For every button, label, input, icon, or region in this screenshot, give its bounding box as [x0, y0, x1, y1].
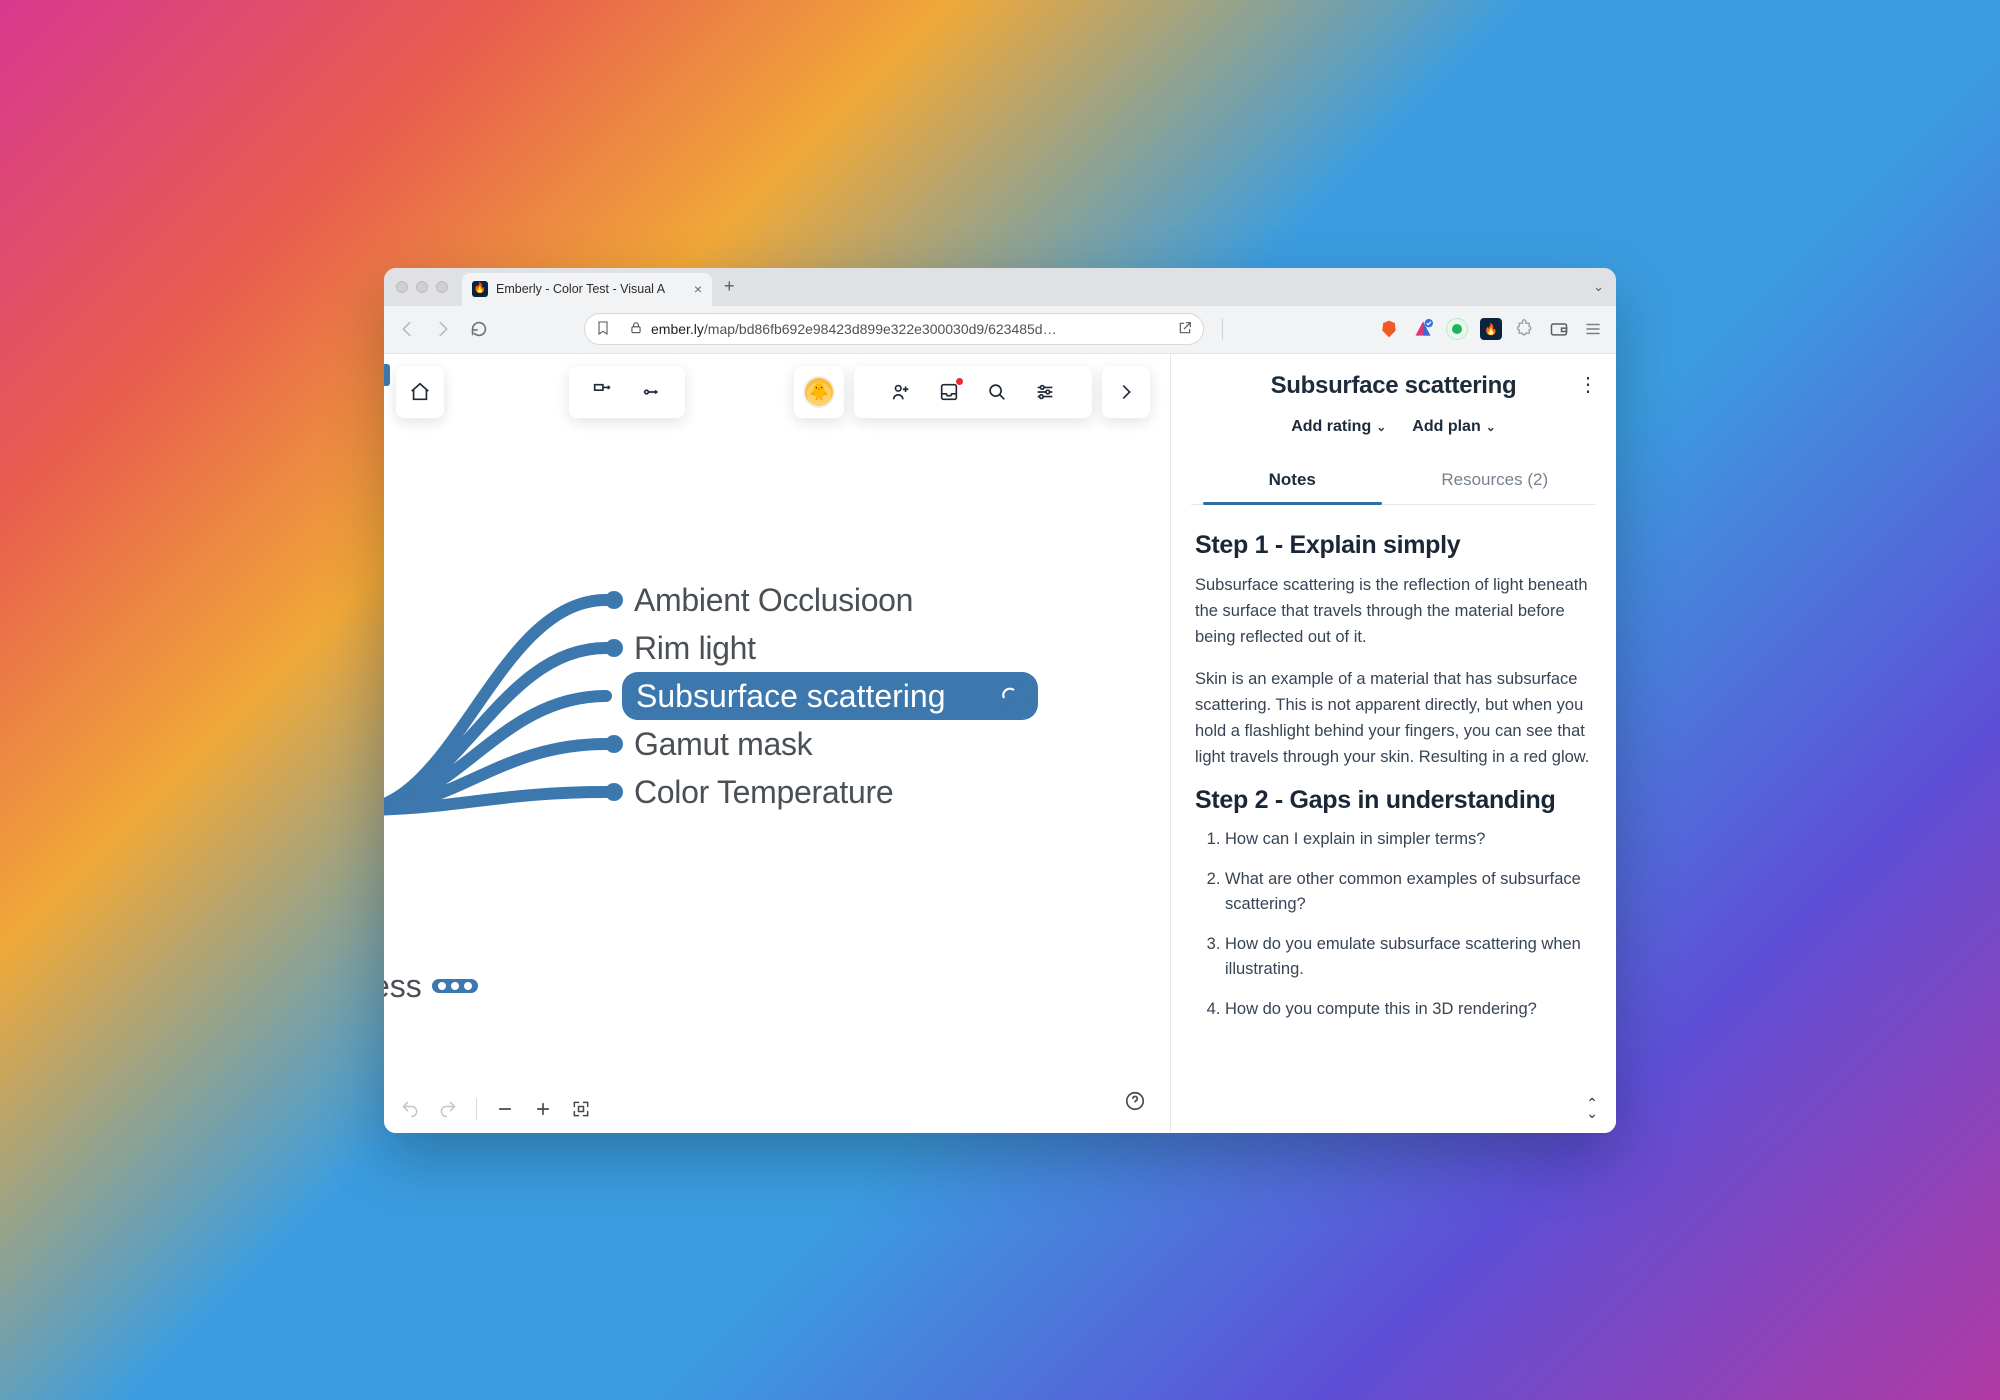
undo-button[interactable]: [398, 1097, 422, 1121]
titlebar: Emberly - Color Test - Visual A × + ⌄: [384, 268, 1616, 306]
notes-gaps-list: How can I explain in simpler terms? What…: [1195, 827, 1592, 1022]
browser-navbar: ember.ly/map/bd86fb692e98423d899e322e300…: [384, 306, 1616, 354]
extension-grammarly-icon[interactable]: [1446, 318, 1468, 340]
main-toolbar: [854, 366, 1092, 418]
add-plan-button[interactable]: Add plan ⌄: [1412, 418, 1496, 436]
browser-window: Emberly - Color Test - Visual A × + ⌄ em…: [384, 268, 1616, 1133]
svg-text:Subsurface scattering: Subsurface scattering: [636, 678, 946, 714]
notes-body[interactable]: Step 1 - Explain simply Subsurface scatt…: [1171, 505, 1616, 1133]
canvas-controls: [398, 1097, 593, 1121]
add-rating-button[interactable]: Add rating ⌄: [1291, 418, 1386, 436]
list-item: How can I explain in simpler terms?: [1225, 827, 1592, 853]
zoom-in-button[interactable]: [531, 1097, 555, 1121]
help-button[interactable]: [1124, 1090, 1146, 1117]
zoom-out-button[interactable]: [493, 1097, 517, 1121]
scroll-indicator-icon[interactable]: ⌃⌄: [1586, 1099, 1598, 1119]
redo-button[interactable]: [436, 1097, 460, 1121]
node-tools-toolbar: [569, 366, 685, 418]
side-panel-actions: Add rating ⌄ Add plan ⌄: [1191, 418, 1596, 436]
notes-paragraph: Skin is an example of a material that ha…: [1195, 666, 1592, 770]
mindmap-node[interactable]: Gamut mask: [634, 726, 814, 762]
expand-children-icon[interactable]: [432, 979, 478, 993]
nav-forward-button[interactable]: [432, 318, 454, 340]
chevron-down-icon: ⌄: [1486, 420, 1496, 434]
mindmap-node[interactable]: Color Temperature: [634, 774, 893, 810]
browser-menu-icon[interactable]: [1582, 318, 1604, 340]
extension-emberly-icon[interactable]: [1480, 318, 1502, 340]
tab-notes[interactable]: Notes: [1191, 458, 1394, 504]
open-external-icon[interactable]: [1177, 320, 1193, 339]
notes-step2-heading: Step 2 - Gaps in understanding: [1195, 786, 1592, 815]
share-button[interactable]: [889, 380, 913, 404]
browser-tab[interactable]: Emberly - Color Test - Visual A ×: [462, 273, 712, 306]
notes-step1-heading: Step 1 - Explain simply: [1195, 531, 1592, 560]
chevron-down-icon: ⌄: [1376, 420, 1386, 434]
extensions-menu-icon[interactable]: [1514, 318, 1536, 340]
maximize-window-icon[interactable]: [436, 281, 448, 293]
home-icon: [408, 380, 432, 404]
chevron-right-icon: [1114, 380, 1138, 404]
extension-triangle-icon[interactable]: [1412, 318, 1434, 340]
minimize-window-icon[interactable]: [416, 281, 428, 293]
lock-icon: [629, 321, 643, 338]
tab-resources[interactable]: Resources (2): [1394, 458, 1597, 504]
notes-paragraph: Subsurface scattering is the reflection …: [1195, 572, 1592, 650]
url-text: ember.ly/map/bd86fb692e98423d899e322e300…: [651, 321, 1169, 337]
nav-reload-button[interactable]: [468, 318, 490, 340]
window-traffic-lights[interactable]: [396, 281, 448, 293]
tab-title: Emberly - Color Test - Visual A: [496, 282, 688, 296]
add-child-node-button[interactable]: [590, 380, 614, 404]
list-item: How do you compute this in 3D rendering?: [1225, 997, 1592, 1023]
add-rating-label: Add rating: [1291, 418, 1371, 436]
mindmap-node[interactable]: Ambient Occlusioon: [634, 582, 913, 618]
mindmap-branches: Ambient Occlusioon Rim light Subsurface …: [384, 570, 1096, 855]
bookmark-icon[interactable]: [595, 320, 611, 339]
search-button[interactable]: [985, 380, 1009, 404]
mindmap-node-label-truncated: cess: [384, 968, 422, 1005]
brave-shields-icon[interactable]: [1378, 318, 1400, 340]
extension-icons: [1378, 318, 1604, 340]
canvas-edge-indicator: [384, 364, 390, 386]
navbar-separator: [1222, 318, 1223, 340]
nav-back-button[interactable]: [396, 318, 418, 340]
mindmap-node-collapsed[interactable]: cess: [384, 968, 478, 1005]
url-host: ember.ly: [651, 321, 704, 337]
mindmap-canvas[interactable]: 🐥: [384, 354, 1170, 1133]
mindmap-node-selected[interactable]: Subsurface scattering: [622, 672, 1038, 720]
add-plan-label: Add plan: [1412, 418, 1480, 436]
side-panel: Subsurface scattering ⋮ Add rating ⌄ Add …: [1170, 354, 1616, 1133]
side-panel-title: Subsurface scattering: [1191, 372, 1596, 400]
controls-separator: [476, 1098, 477, 1120]
side-panel-header: Subsurface scattering ⋮ Add rating ⌄ Add …: [1171, 354, 1616, 505]
user-avatar[interactable]: 🐥: [794, 366, 844, 418]
address-bar[interactable]: ember.ly/map/bd86fb692e98423d899e322e300…: [584, 313, 1204, 345]
tab-close-icon[interactable]: ×: [694, 281, 702, 297]
close-window-icon[interactable]: [396, 281, 408, 293]
home-button[interactable]: [396, 366, 444, 418]
wallet-icon[interactable]: [1548, 318, 1570, 340]
inbox-button[interactable]: [937, 380, 961, 404]
url-path: /map/bd86fb692e98423d899e322e300030d9/62…: [704, 321, 1057, 337]
collapse-panel-button[interactable]: [1102, 366, 1150, 418]
mindmap-node[interactable]: Rim light: [634, 630, 756, 666]
settings-sliders-button[interactable]: [1033, 380, 1057, 404]
list-item: What are other common examples of subsur…: [1225, 867, 1592, 918]
add-sibling-node-button[interactable]: [640, 380, 664, 404]
tab-favicon-icon: [472, 281, 488, 297]
list-item: How do you emulate subsurface scattering…: [1225, 932, 1592, 983]
avatar-icon: 🐥: [803, 376, 835, 408]
side-panel-tabs: Notes Resources (2): [1191, 458, 1596, 505]
fit-screen-button[interactable]: [569, 1097, 593, 1121]
side-panel-menu-button[interactable]: ⋮: [1578, 372, 1598, 397]
tabs-dropdown-icon[interactable]: ⌄: [1593, 279, 1604, 295]
new-tab-button[interactable]: +: [724, 276, 735, 297]
app-content: 🐥: [384, 354, 1616, 1133]
